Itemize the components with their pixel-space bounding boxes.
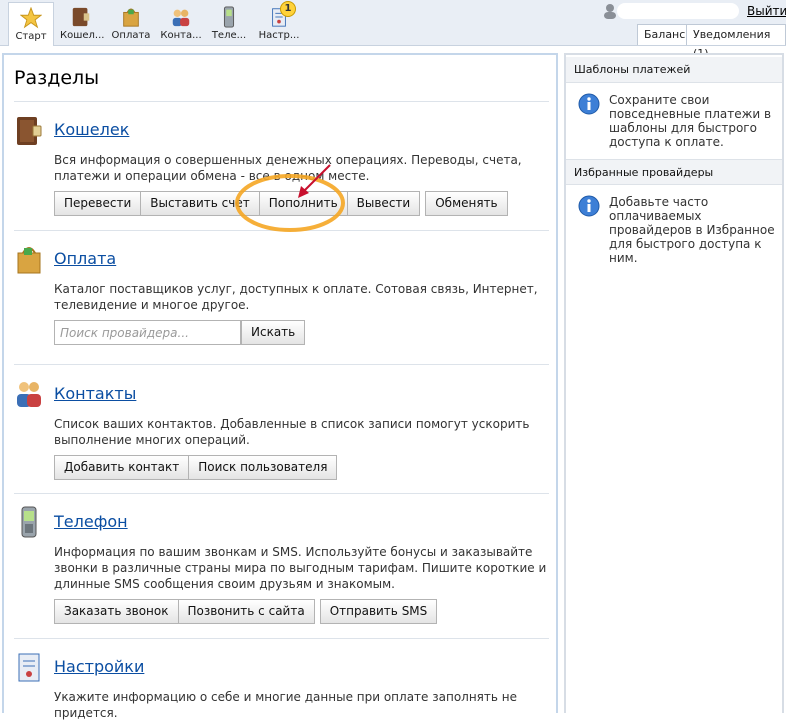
tab-contacts[interactable]: Конта... xyxy=(160,2,202,44)
contacts-icon xyxy=(17,382,41,407)
divider xyxy=(14,101,549,102)
call-from-site-button[interactable]: Позвонить с сайта xyxy=(178,599,315,624)
divider xyxy=(14,493,549,494)
tab-wallet[interactable]: Кошел... xyxy=(60,2,104,44)
top-navigation-bar: Старт Кошел... Оплата Конта... Теле... 1… xyxy=(0,0,786,60)
section-title-wallet[interactable]: Кошелек xyxy=(54,120,129,139)
add-contact-button[interactable]: Добавить контакт xyxy=(54,455,190,480)
withdraw-button[interactable]: Вывести xyxy=(347,191,421,216)
tab-payment[interactable]: Оплата xyxy=(110,2,152,44)
contacts-icon xyxy=(172,9,190,27)
section-title-payment[interactable]: Оплата xyxy=(54,249,116,268)
side-panel: Шаблоны платежей Сохраните свои повседне… xyxy=(564,53,784,713)
order-call-button[interactable]: Заказать звонок xyxy=(54,599,179,624)
tab-notifications[interactable]: Уведомления (1) xyxy=(686,24,786,60)
phone-actions: Заказать звонок Позвонить с сайта Отправ… xyxy=(54,599,438,624)
settings-icon xyxy=(18,653,40,682)
templates-header: Шаблоны платежей xyxy=(566,57,782,83)
templates-text: Сохраните свои повседневные платежи в ша… xyxy=(609,93,772,149)
tab-settings[interactable]: 1 Настр... xyxy=(256,1,302,44)
shopping-bag-icon xyxy=(123,8,139,27)
star-icon xyxy=(20,7,42,29)
tab-balance[interactable]: Баланс xyxy=(637,24,693,45)
send-sms-button[interactable]: Отправить SMS xyxy=(319,599,438,624)
favorites-header: Избранные провайдеры xyxy=(566,159,782,185)
sections-panel: Разделы Кошелек Вся информация о соверше… xyxy=(2,53,558,720)
section-desc-settings: Укажите информацию о себе и многие данны… xyxy=(54,690,518,720)
contacts-actions: Добавить контакт Поиск пользователя xyxy=(54,455,338,480)
section-desc-contacts: Список ваших контактов. Добавленные в сп… xyxy=(54,417,530,447)
section-desc-payment: Каталог поставщиков услуг, доступных к о… xyxy=(54,282,538,312)
logout-link[interactable]: Выйти xyxy=(747,4,786,18)
shopping-bag-icon xyxy=(17,247,41,274)
wallet-icon xyxy=(17,117,42,145)
section-desc-phone: Информация по вашим звонкам и SMS. Испол… xyxy=(54,545,547,591)
user-name-field xyxy=(617,3,739,19)
search-button[interactable]: Искать xyxy=(241,320,306,345)
tab-phone[interactable]: Теле... xyxy=(208,2,250,44)
divider xyxy=(14,364,549,365)
wallet-actions: Перевести Выставить счет Пополнить Вывес… xyxy=(54,191,508,216)
user-icon xyxy=(604,4,616,19)
info-icon xyxy=(578,195,600,217)
issue-invoice-button[interactable]: Выставить счет xyxy=(141,191,260,216)
divider xyxy=(14,638,549,639)
section-title-settings[interactable]: Настройки xyxy=(54,657,144,676)
find-user-button[interactable]: Поиск пользователя xyxy=(189,455,338,480)
transfer-button[interactable]: Перевести xyxy=(54,191,142,216)
provider-search-input[interactable] xyxy=(54,320,241,345)
divider xyxy=(14,230,549,231)
wallet-icon xyxy=(72,7,90,27)
tab-start[interactable]: Старт xyxy=(8,2,54,46)
page-title: Разделы xyxy=(14,67,100,89)
phone-icon xyxy=(223,6,235,28)
info-icon xyxy=(578,93,600,115)
phone-icon xyxy=(21,506,37,538)
notification-badge: 1 xyxy=(280,1,296,17)
section-title-phone[interactable]: Телефон xyxy=(54,512,128,531)
top-up-button[interactable]: Пополнить xyxy=(259,191,348,216)
favorites-text: Добавьте часто оплачиваемых провайдеров … xyxy=(609,195,775,265)
section-desc-wallet: Вся информация о совершенных денежных оп… xyxy=(54,153,522,183)
section-title-contacts[interactable]: Контакты xyxy=(54,384,136,403)
exchange-button[interactable]: Обменять xyxy=(425,191,508,216)
